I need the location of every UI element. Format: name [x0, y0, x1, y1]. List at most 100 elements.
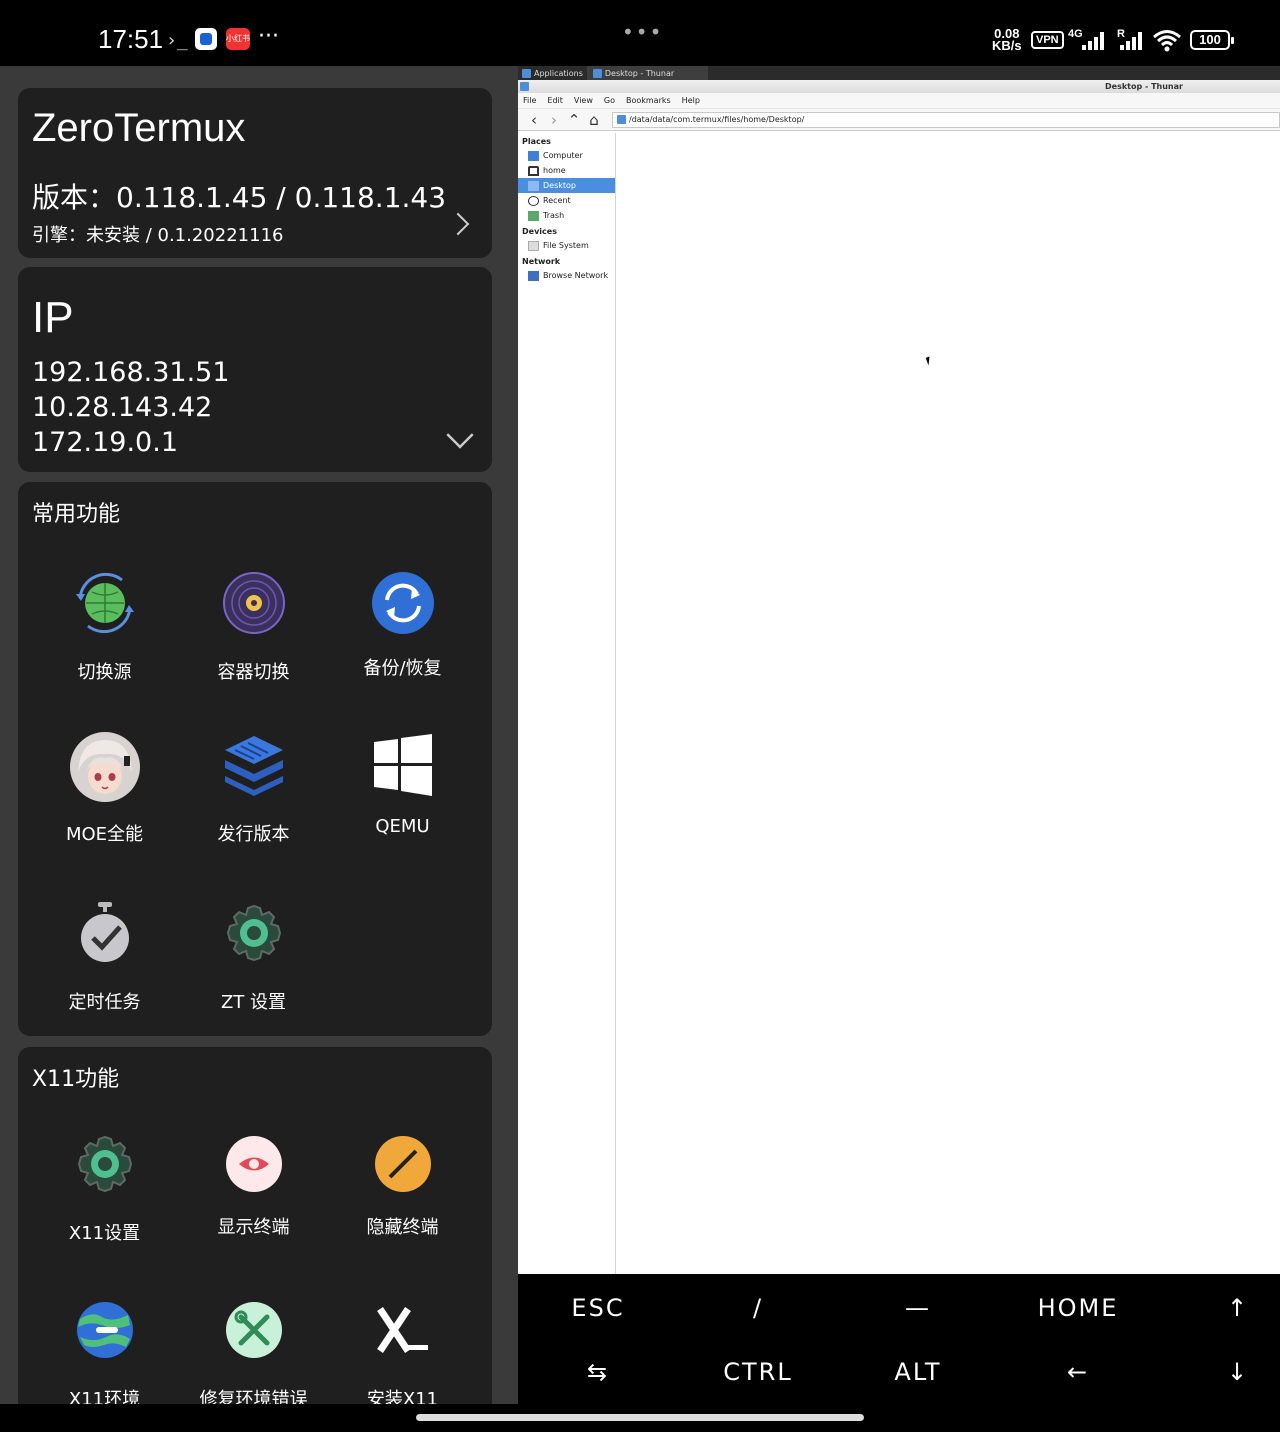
refresh-circle-icon — [371, 572, 434, 634]
chevron-down-icon[interactable] — [446, 421, 474, 449]
x11-environment-button[interactable]: X11环境 — [30, 1297, 179, 1404]
menu-help[interactable]: Help — [682, 96, 700, 105]
zt-settings-button[interactable]: ZT 设置 — [179, 900, 328, 1014]
scheduled-task-button[interactable]: 定时任务 — [30, 900, 179, 1014]
backup-restore-button[interactable]: 备份/恢复 — [328, 570, 477, 680]
key-tab[interactable]: ⇆ — [522, 1340, 674, 1404]
sidebar-item-filesystem[interactable]: File System — [518, 238, 615, 253]
menubar: File Edit View Go Bookmarks Help — [518, 93, 1280, 109]
eye-icon — [225, 1136, 282, 1192]
back-icon[interactable]: ‹ — [524, 111, 544, 129]
multiwindow-handle[interactable]: ••• — [622, 20, 663, 44]
app-notification-icon — [195, 28, 217, 50]
navigation-bar — [0, 1404, 1280, 1432]
sidebar-header-network: Network — [522, 257, 561, 266]
folder-icon — [592, 68, 602, 78]
sidebar-item-computer[interactable]: Computer — [518, 148, 615, 163]
network-type: 4G — [1068, 28, 1083, 40]
container-switch-button[interactable]: 容器切换 — [179, 570, 328, 684]
globe-sync-icon — [75, 572, 134, 634]
tile-label: QEMU — [375, 816, 430, 837]
tile-label: 容器切换 — [217, 662, 290, 683]
key-slash[interactable]: / — [682, 1276, 834, 1340]
computer-icon — [528, 150, 539, 161]
key-down[interactable]: ↓ — [1162, 1340, 1280, 1404]
section-title: 常用功能 — [32, 502, 121, 527]
tile-label: 隐藏终端 — [366, 1217, 439, 1238]
gear-icon — [226, 904, 281, 962]
sidebar-item-recent[interactable]: Recent — [518, 193, 615, 208]
x11-functions-card: X11功能 X11设置 显示终端 隐藏终端 X11环境 修复环境错误 安装X11 — [18, 1047, 492, 1404]
applications-icon — [522, 68, 531, 78]
window-titlebar[interactable]: Desktop - Thunar — [518, 80, 1280, 93]
clock-icon — [528, 195, 539, 206]
distro-version-button[interactable]: 发行版本 — [179, 732, 328, 846]
window-icon — [520, 82, 529, 91]
network-speed: 0.08 KB/s — [992, 26, 1022, 53]
sidebar-item-trash[interactable]: Trash — [518, 208, 615, 223]
tile-label: X11环境 — [68, 1389, 141, 1404]
switch-source-button[interactable]: 切换源 — [30, 570, 179, 684]
gear-icon — [77, 1135, 132, 1193]
key-left[interactable]: ← — [1002, 1340, 1154, 1404]
home-icon[interactable]: ⌂ — [584, 111, 604, 129]
vpn-badge: VPN — [1031, 31, 1064, 49]
applications-menu[interactable]: Applications — [518, 66, 587, 80]
key-home[interactable]: HOME — [1002, 1276, 1154, 1340]
zerotermux-panel: ZeroTermux 版本：0.118.1.45 / 0.118.1.43 引擎… — [0, 66, 518, 1404]
anime-avatar-icon — [69, 732, 140, 802]
sidebar-item-home[interactable]: home — [518, 163, 615, 178]
key-ctrl[interactable]: CTRL — [682, 1340, 834, 1404]
install-x11-button[interactable]: 安装X11 — [328, 1297, 477, 1404]
show-terminal-button[interactable]: 显示终端 — [179, 1131, 328, 1239]
menu-go[interactable]: Go — [604, 96, 615, 105]
status-bar: 17:51 ›_ 小红书 ··· ••• 0.08 KB/s VPN 4G R … — [0, 0, 1280, 66]
sidebar-item-browse-network[interactable]: Browse Network — [518, 268, 615, 283]
stopwatch-check-icon — [80, 902, 129, 962]
location-bar[interactable]: /data/data/com.termux/files/home/Desktop… — [612, 111, 1280, 128]
sidebar-item-desktop[interactable]: Desktop — [518, 178, 615, 193]
menu-bookmarks[interactable]: Bookmarks — [626, 96, 671, 105]
menu-file[interactable]: File — [523, 96, 536, 105]
folder-icon — [617, 115, 626, 124]
key-esc[interactable]: ESC — [522, 1276, 674, 1340]
hide-terminal-button[interactable]: 隐藏终端 — [328, 1131, 477, 1239]
signal-icon-2 — [1120, 32, 1146, 50]
taskbar-window-button[interactable]: Desktop - Thunar — [586, 66, 709, 80]
tools-icon — [225, 1302, 282, 1358]
network-icon — [528, 270, 539, 281]
tile-label: ZT 设置 — [220, 992, 287, 1013]
menu-view[interactable]: View — [574, 96, 593, 105]
ip-address: 10.28.143.42 — [32, 392, 213, 423]
version-text: 版本：0.118.1.45 / 0.118.1.43 — [32, 181, 447, 214]
home-icon — [528, 165, 539, 176]
up-icon[interactable]: ⌃ — [564, 111, 584, 129]
common-functions-card: 常用功能 切换源 容器切换 备份/恢复 MOE全能 发行版本 QEMU 定时任务… — [18, 482, 492, 1036]
windows-logo-icon — [373, 734, 432, 796]
fix-environment-button[interactable]: 修复环境错误 — [179, 1297, 328, 1404]
sidebar-header-devices: Devices — [522, 227, 557, 236]
key-dash[interactable]: — — [842, 1276, 994, 1340]
menu-edit[interactable]: Edit — [547, 96, 563, 105]
slash-circle-icon — [374, 1136, 431, 1192]
x11-desktop[interactable]: Applications Desktop - Thunar Desktop - … — [518, 66, 1280, 1274]
tile-label: X11设置 — [68, 1223, 141, 1244]
ip-list: 192.168.31.51 10.28.143.42 172.19.0.1 — [32, 355, 230, 460]
qemu-button[interactable]: QEMU — [328, 732, 477, 837]
gesture-handle[interactable] — [416, 1414, 864, 1421]
app-title: ZeroTermux — [32, 106, 246, 150]
wifi-icon — [1153, 30, 1181, 52]
status-time: 17:51 — [98, 24, 164, 54]
key-alt[interactable]: ALT — [842, 1340, 994, 1404]
key-up[interactable]: ↑ — [1162, 1276, 1280, 1340]
battery-icon: 100 — [1190, 30, 1234, 50]
tile-label: 发行版本 — [217, 824, 290, 845]
chevron-right-icon[interactable] — [446, 212, 470, 236]
version-card[interactable]: ZeroTermux 版本：0.118.1.45 / 0.118.1.43 引擎… — [18, 88, 492, 258]
forward-icon[interactable]: › — [544, 111, 564, 129]
ip-card[interactable]: IP 192.168.31.51 10.28.143.42 172.19.0.1 — [18, 267, 492, 472]
moe-button[interactable]: MOE全能 — [30, 732, 179, 846]
planet-icon — [76, 1302, 133, 1358]
x11-settings-button[interactable]: X11设置 — [30, 1131, 179, 1245]
tile-label: 切换源 — [77, 662, 132, 683]
